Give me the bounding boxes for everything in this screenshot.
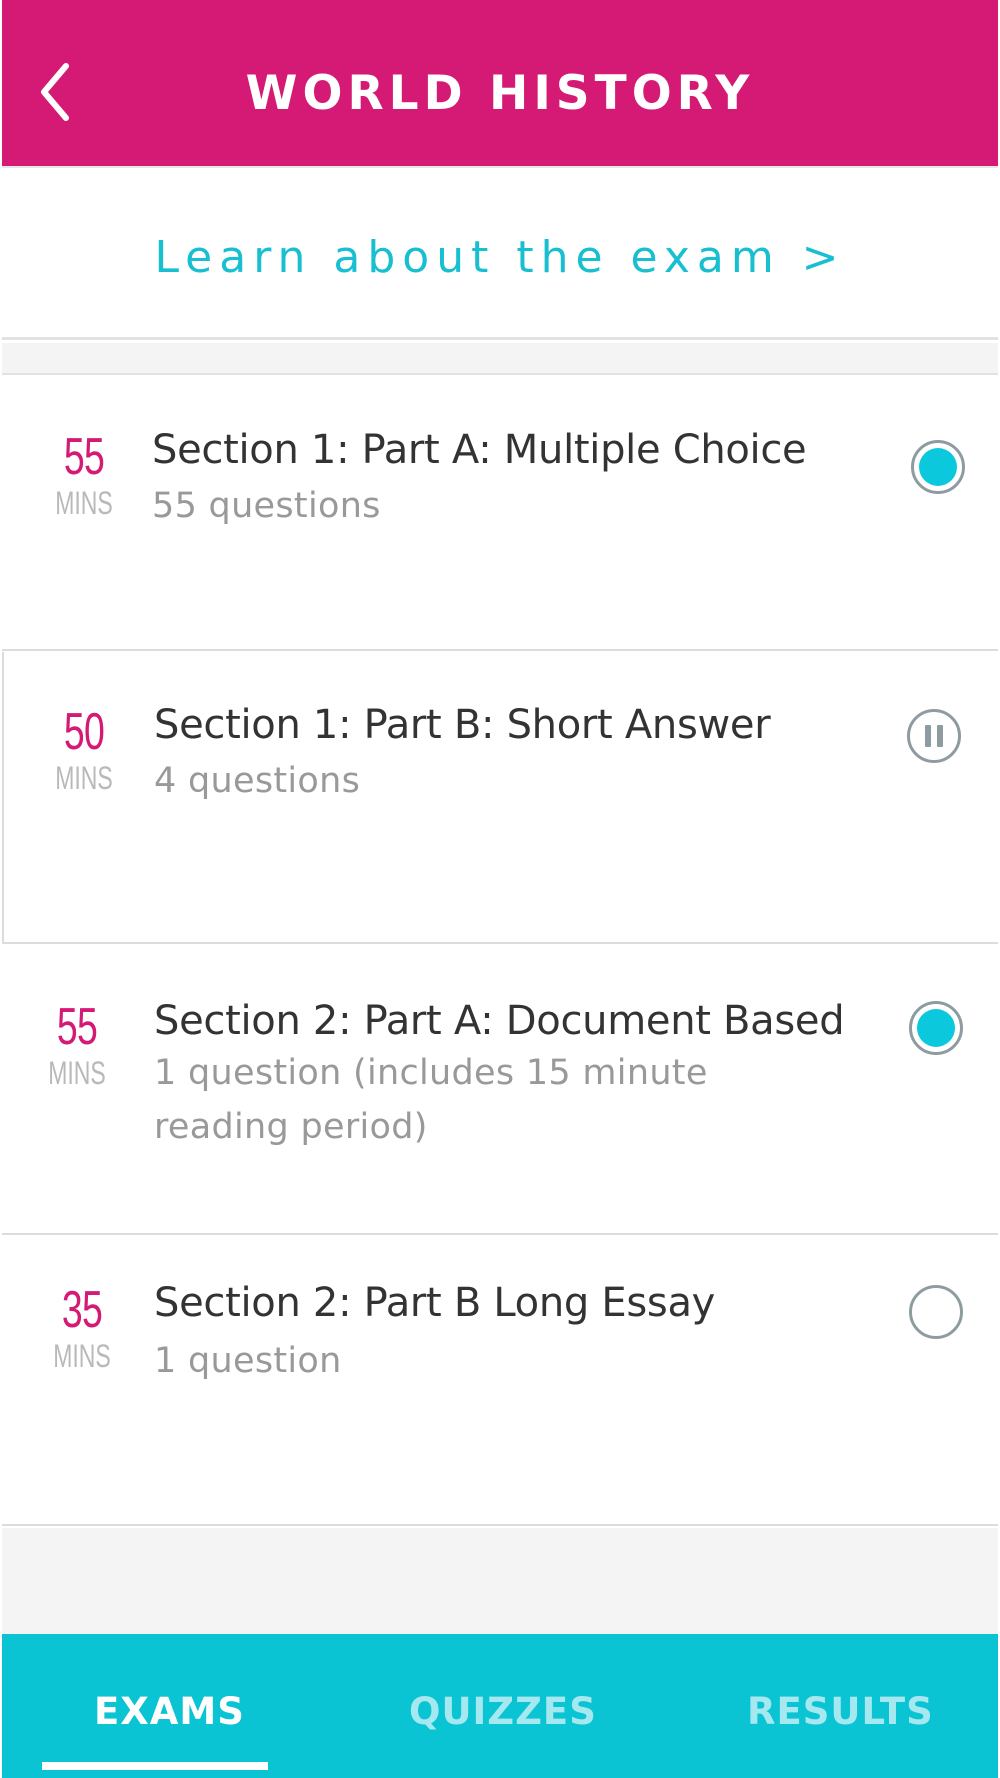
bottom-tab-bar: EXAMS QUIZZES RESULTS bbox=[2, 1634, 998, 1778]
section-minutes: 55 bbox=[56, 998, 98, 1056]
section-status[interactable] bbox=[908, 1000, 964, 1056]
page-title: WORLD HISTORY bbox=[245, 66, 755, 121]
section-subtitle-line-2: reading period) bbox=[154, 1107, 428, 1147]
section-subtitle-line-1: 1 question (includes 15 minute bbox=[154, 1053, 708, 1093]
pause-circle-icon bbox=[907, 709, 961, 763]
section-row[interactable]: 35 MINS Section 2: Part B Long Essay 1 q… bbox=[2, 1236, 998, 1526]
section-row[interactable]: 55 MINS Section 2: Part A: Document Base… bbox=[2, 945, 998, 1235]
section-minutes: 35 bbox=[61, 1281, 103, 1339]
tab-results[interactable]: RESULTS bbox=[747, 1690, 934, 1733]
section-minutes-unit: MINS bbox=[53, 1338, 111, 1374]
list-footer-spacer bbox=[2, 1528, 998, 1634]
section-status[interactable] bbox=[910, 439, 966, 495]
active-tab-indicator bbox=[42, 1762, 268, 1770]
section-subtitle: 1 question bbox=[154, 1341, 342, 1381]
section-title: Section 2: Part B Long Essay bbox=[154, 1280, 716, 1326]
section-status[interactable] bbox=[908, 1284, 964, 1340]
empty-circle-icon bbox=[909, 1285, 963, 1339]
learn-about-exam-link[interactable]: Learn about the exam > bbox=[2, 232, 998, 283]
tab-quizzes[interactable]: QUIZZES bbox=[409, 1690, 597, 1733]
filled-circle-icon bbox=[911, 440, 965, 494]
section-title: Section 1: Part A: Multiple Choice bbox=[152, 427, 807, 473]
tab-exams[interactable]: EXAMS bbox=[94, 1690, 245, 1733]
section-divider bbox=[2, 343, 998, 375]
section-minutes: 50 bbox=[63, 703, 105, 761]
section-subtitle: 55 questions bbox=[152, 486, 381, 526]
section-minutes-unit: MINS bbox=[55, 760, 113, 796]
filled-circle-icon bbox=[909, 1001, 963, 1055]
section-row[interactable]: 50 MINS Section 1: Part B: Short Answer … bbox=[2, 652, 998, 944]
app-header: WORLD HISTORY bbox=[2, 0, 998, 168]
section-title: Section 2: Part A: Document Based bbox=[154, 998, 845, 1044]
section-status[interactable] bbox=[906, 708, 962, 764]
section-row[interactable]: 55 MINS Section 1: Part A: Multiple Choi… bbox=[2, 377, 998, 651]
section-title: Section 1: Part B: Short Answer bbox=[154, 702, 771, 748]
section-minutes: 55 bbox=[63, 428, 105, 486]
section-subtitle: 4 questions bbox=[154, 761, 361, 801]
section-minutes-unit: MINS bbox=[48, 1055, 106, 1091]
section-minutes-unit: MINS bbox=[55, 485, 113, 521]
learn-bar: Learn about the exam > bbox=[2, 170, 998, 340]
